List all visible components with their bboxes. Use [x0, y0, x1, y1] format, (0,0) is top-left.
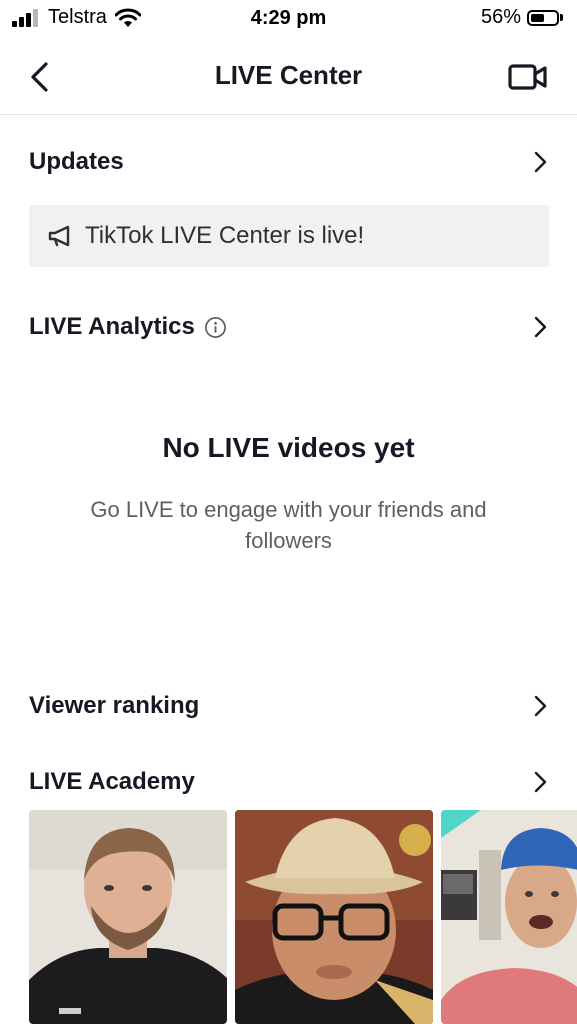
academy-carousel[interactable]	[29, 810, 577, 1024]
live-academy-label: LIVE Academy	[29, 768, 195, 795]
chevron-right-icon	[534, 771, 547, 793]
battery-icon	[527, 9, 559, 26]
battery-percent: 56%	[480, 6, 521, 28]
page-title: LIVE Center	[214, 60, 363, 90]
chevron-right-icon	[534, 316, 547, 338]
status-bar: Telstra 4:29 pm 56%	[0, 0, 577, 40]
updates-row[interactable]: Updates	[29, 142, 549, 182]
viewer-ranking-row[interactable]: Viewer ranking	[29, 686, 549, 726]
live-academy-row[interactable]: LIVE Academy	[29, 762, 549, 802]
person-image	[29, 810, 227, 1024]
academy-video-thumbnail-1[interactable]	[29, 810, 227, 1024]
live-analytics-row[interactable]: LIVE Analytics	[29, 307, 549, 347]
updates-banner[interactable]: TikTok LIVE Center is live!	[29, 205, 549, 267]
academy-video-thumbnail-2[interactable]	[235, 810, 433, 1024]
academy-video-thumbnail-3[interactable]	[441, 810, 577, 1024]
chevron-right-icon	[534, 695, 547, 717]
person-image	[441, 810, 577, 1024]
updates-label: Updates	[29, 148, 124, 175]
status-bar-right: 56%	[481, 6, 563, 29]
info-icon[interactable]	[204, 316, 227, 339]
navigation-bar: LIVE Center	[0, 40, 577, 115]
chevron-right-icon	[534, 151, 547, 173]
video-camera-icon[interactable]	[507, 60, 549, 94]
live-analytics-label: LIVE Analytics	[29, 313, 195, 340]
empty-state-subtitle: Go LIVE to engage with your friends and …	[90, 497, 487, 553]
battery-level-fill	[531, 13, 545, 22]
battery-tip	[560, 14, 563, 21]
viewer-ranking-label: Viewer ranking	[29, 692, 200, 719]
person-image	[235, 810, 433, 1024]
empty-state-title: No LIVE videos yet	[162, 432, 415, 463]
megaphone-icon	[48, 225, 70, 247]
banner-text: TikTok LIVE Center is live!	[85, 222, 365, 249]
